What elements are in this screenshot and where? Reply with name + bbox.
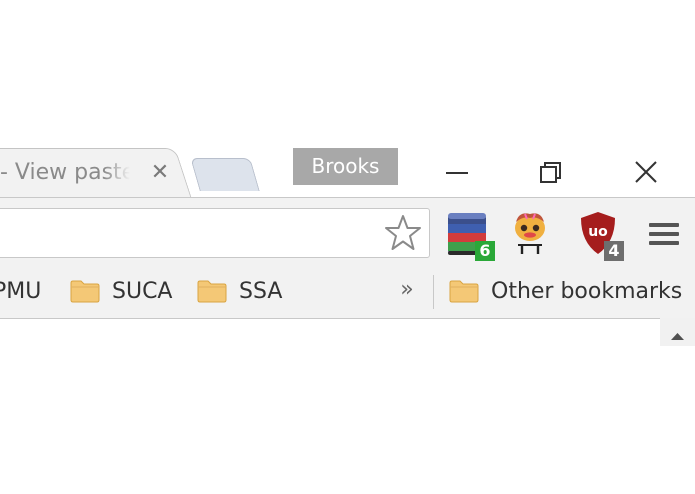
profile-name-button[interactable]: Brooks [293,148,398,185]
hamburger-menu-icon [649,223,679,245]
restore-button[interactable] [528,152,572,192]
bookmark-folder-ssa[interactable]: SSA [197,272,282,310]
emoji-face-icon [515,213,545,254]
star-icon [385,215,421,250]
bookmark-star-button[interactable] [382,211,424,255]
bookmarks-divider [433,275,434,309]
other-bookmarks-label: Other bookmarks [491,278,683,304]
bookmark-label: SUCA [112,278,173,304]
bookmark-label: SSA [239,278,283,304]
chrome-menu-button[interactable] [640,208,690,260]
close-window-button[interactable] [624,152,668,192]
scroll-up-arrow-icon [671,333,684,340]
minimize-icon [446,172,468,174]
close-icon [635,161,657,183]
folder-icon [70,280,100,303]
wunderlist-extension-button[interactable]: 6 [444,208,495,261]
ublock-label: uo [588,224,608,240]
bookmark-folder-suca[interactable]: SUCA [70,272,172,310]
scrollbar-up-button[interactable] [660,318,695,346]
tab-title[interactable]: - View paste [0,158,130,188]
folder-icon [449,280,479,303]
emoji-extension-button[interactable] [505,208,555,260]
new-tab-button[interactable] [190,158,260,191]
minimize-button[interactable] [435,152,479,192]
ublock-extension-button[interactable]: uo 4 [573,208,624,261]
tab-close-button[interactable]: ✕ [148,160,172,186]
bookmarks-overflow-chevron[interactable]: » [394,272,420,308]
ublock-badge: 4 [604,241,624,261]
bookmark-label: PMU [0,278,42,304]
bookmark-item-pmu[interactable]: PMU [0,272,41,310]
wunderlist-badge: 6 [475,241,495,261]
other-bookmarks-folder[interactable]: Other bookmarks [449,272,682,310]
restore-icon [540,162,561,183]
address-bar[interactable] [0,208,430,258]
folder-icon [197,280,227,303]
